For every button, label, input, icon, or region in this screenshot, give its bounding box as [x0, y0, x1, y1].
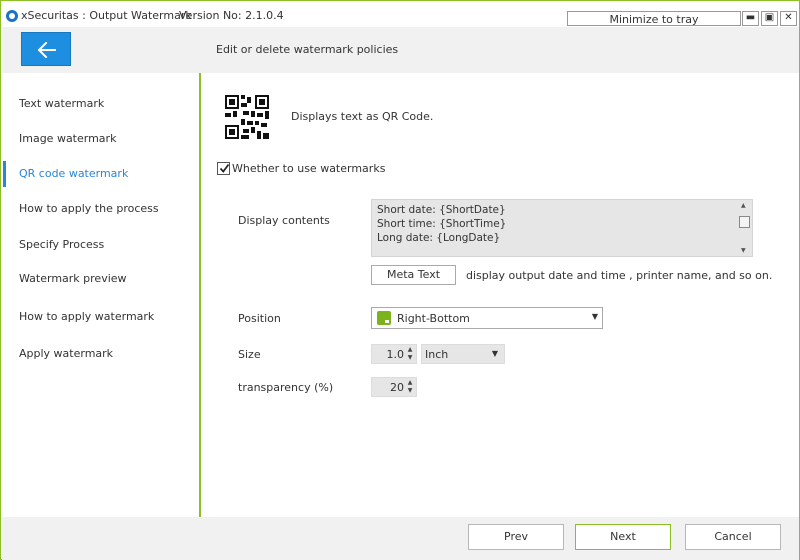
meta-text-button[interactable]: Meta Text — [371, 265, 456, 285]
position-label: Position — [238, 312, 281, 325]
sidebar-item-how-to-apply-process[interactable]: How to apply the process — [2, 194, 200, 224]
app-window: xSecuritas : Output Watermark Version No… — [0, 0, 800, 560]
position-value: Right-Bottom — [397, 312, 470, 325]
contents-line: Short date: {ShortDate} — [377, 204, 506, 216]
back-button[interactable] — [21, 32, 71, 66]
spin-arrows-icon[interactable]: ▲ ▼ — [406, 379, 414, 395]
size-stepper[interactable]: 1.0 ▲ ▼ — [371, 344, 417, 364]
checkmark-icon — [219, 163, 230, 173]
page-title: Edit or delete watermark policies — [216, 43, 399, 56]
sidebar-item-image-watermark[interactable]: Image watermark — [2, 124, 200, 154]
sidebar-item-qr-code-watermark[interactable]: QR code watermark — [2, 159, 200, 189]
sidebar-item-apply-watermark[interactable]: Apply watermark — [2, 339, 200, 369]
size-unit-dropdown[interactable]: Inch ▼ — [421, 344, 505, 364]
contents-line: Short time: {ShortTime} — [377, 218, 507, 230]
scroll-down-icon[interactable]: ▼ — [741, 247, 746, 254]
scroll-thumb[interactable] — [739, 216, 750, 228]
footer-bar: Prev Next Cancel — [2, 517, 799, 560]
cancel-button[interactable]: Cancel — [685, 524, 781, 550]
transparency-label: transparency (%) — [238, 381, 334, 394]
main-panel: Displays text as QR Code. Whether to use… — [201, 73, 799, 517]
chevron-down-icon: ▼ — [491, 349, 498, 358]
window-title: xSecuritas : Output Watermark — [21, 9, 192, 22]
use-watermark-checkbox[interactable] — [217, 162, 230, 175]
close-icon: ✕ — [784, 12, 793, 23]
arrow-left-icon — [38, 42, 56, 58]
prev-button[interactable]: Prev — [468, 524, 564, 550]
position-corner-icon — [377, 311, 391, 325]
transparency-stepper[interactable]: 20 ▲ ▼ — [371, 377, 417, 397]
next-button[interactable]: Next — [575, 524, 671, 550]
meta-text-description: display output date and time , printer n… — [466, 269, 773, 282]
size-label: Size — [238, 348, 261, 361]
sidebar-item-text-watermark[interactable]: Text watermark — [2, 89, 200, 119]
sidebar-item-watermark-preview[interactable]: Watermark preview — [2, 264, 200, 294]
minimize-icon: ▬ — [745, 12, 756, 23]
minimize-to-tray-button[interactable]: Minimize to tray — [567, 11, 741, 26]
minimize-button[interactable]: ▬ — [742, 11, 759, 26]
position-dropdown[interactable]: Right-Bottom ▼ — [371, 307, 603, 329]
qr-description: Displays text as QR Code. — [291, 110, 434, 123]
header-band: Edit or delete watermark policies — [2, 27, 799, 73]
use-watermark-label: Whether to use watermarks — [232, 162, 386, 175]
sidebar-nav: Text watermark Image watermark QR code w… — [2, 73, 200, 517]
chevron-down-icon: ▼ — [591, 312, 598, 321]
size-value: 1.0 — [386, 348, 405, 361]
spin-arrows-icon[interactable]: ▲ ▼ — [406, 346, 414, 362]
maximize-icon: ▣ — [764, 12, 775, 23]
transparency-value: 20 — [390, 381, 404, 394]
display-contents-label: Display contents — [238, 214, 330, 227]
app-logo-icon — [6, 10, 18, 22]
sidebar-item-how-to-apply-watermark[interactable]: How to apply watermark — [2, 302, 200, 332]
contents-line: Long date: {LongDate} — [377, 232, 501, 244]
contents-scrollbar[interactable]: ▲ ▼ — [739, 202, 750, 254]
size-unit-value: Inch — [425, 348, 449, 361]
scroll-up-icon[interactable]: ▲ — [741, 202, 746, 209]
version-label: Version No: 2.1.0.4 — [179, 9, 284, 22]
close-button[interactable]: ✕ — [780, 11, 797, 26]
maximize-button[interactable]: ▣ — [761, 11, 778, 26]
qr-code-icon — [225, 95, 269, 139]
display-contents-textarea[interactable]: Short date: {ShortDate} Short time: {Sho… — [371, 199, 753, 257]
sidebar-item-specify-process[interactable]: Specify Process — [2, 230, 200, 260]
